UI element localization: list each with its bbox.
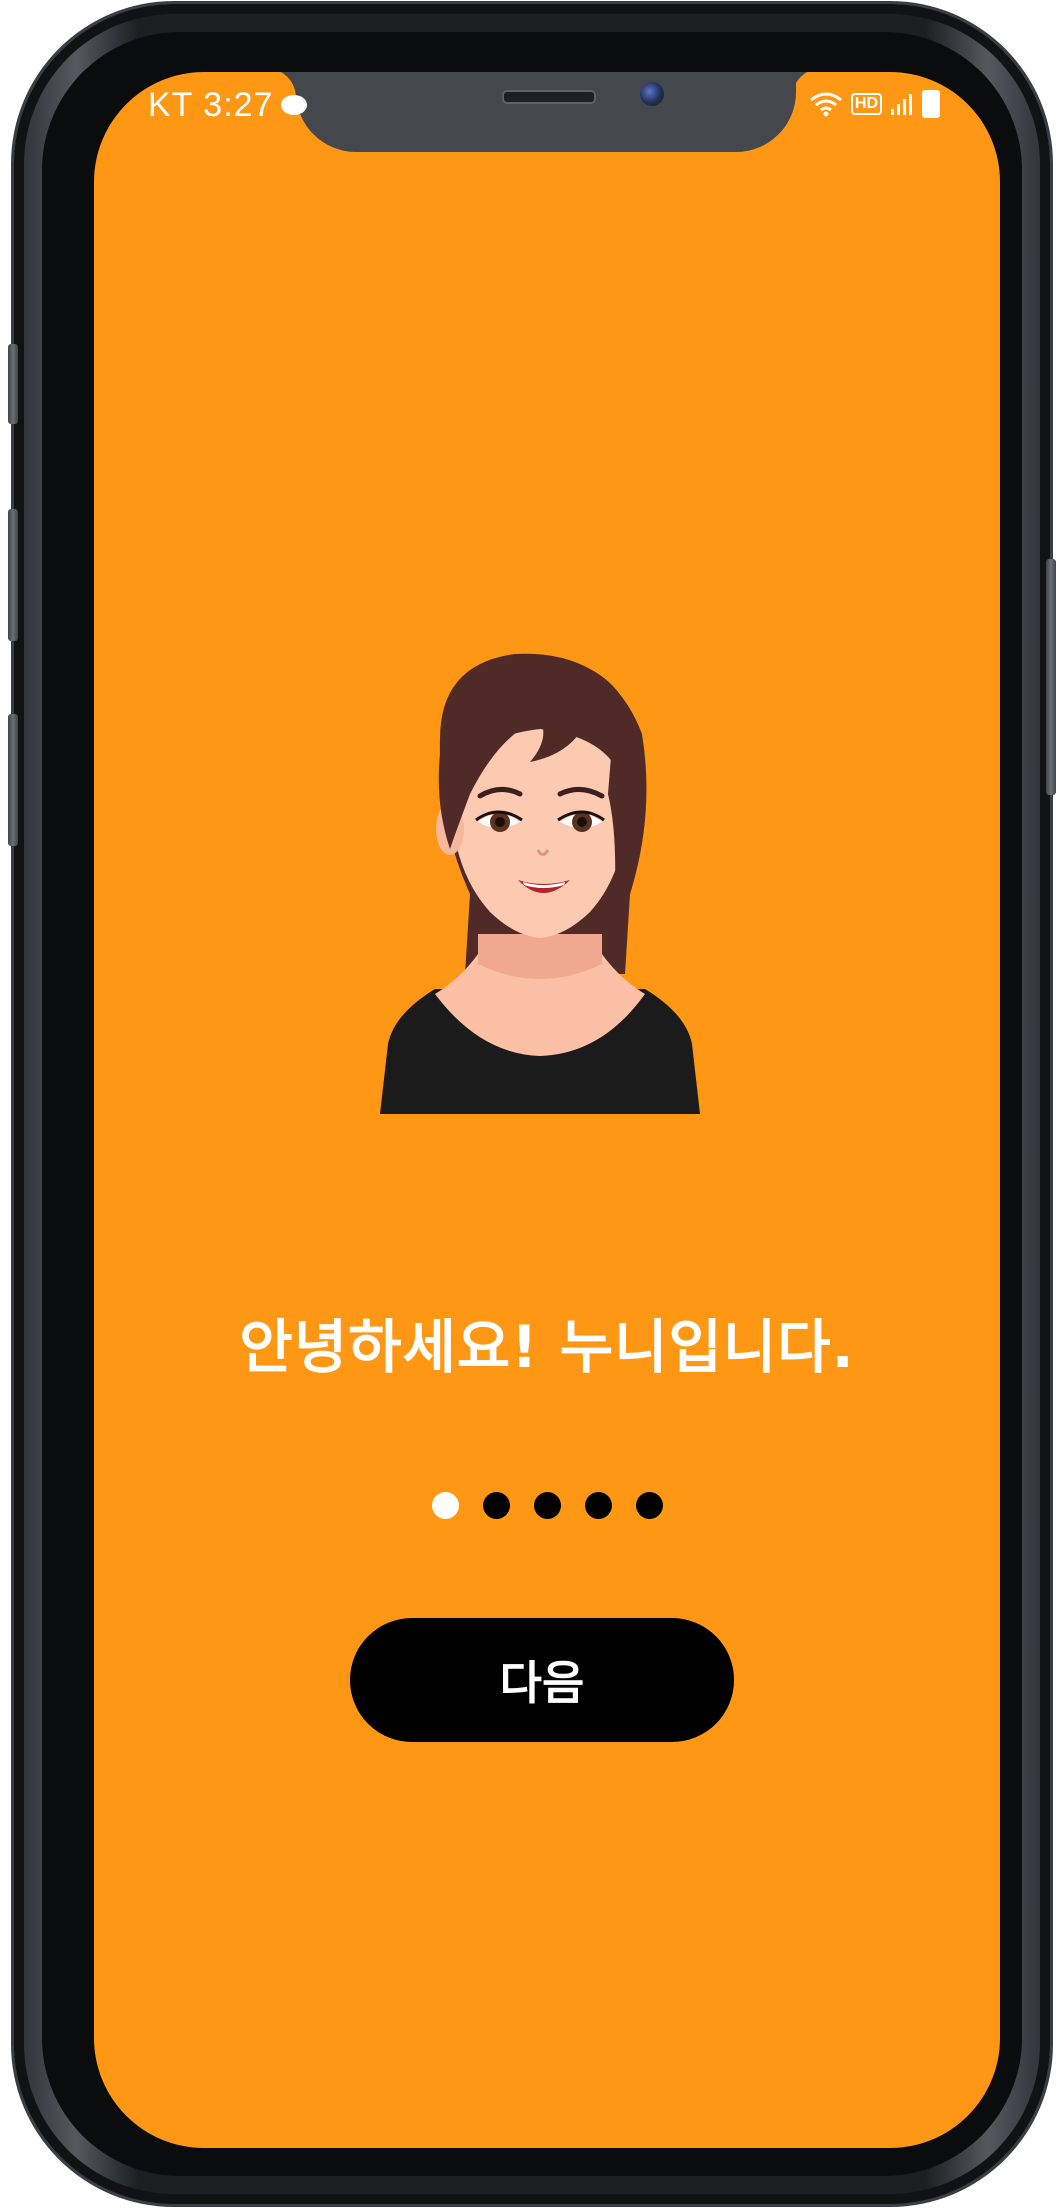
status-bar-left: KT 3:27 — [148, 86, 308, 125]
speaker-grille — [502, 90, 596, 104]
carrier-label: KT — [148, 86, 193, 124]
status-bar-right: HD — [809, 90, 940, 118]
mute-switch — [8, 344, 18, 424]
battery-icon — [922, 90, 940, 118]
woman-avatar-illustration — [380, 653, 700, 1114]
hd-icon: HD — [850, 93, 882, 115]
page-dot-5[interactable] — [635, 1492, 663, 1519]
next-button[interactable]: 다음 — [350, 1618, 734, 1742]
page-indicator — [94, 1492, 1000, 1519]
screen: KT 3:27 HD 안녕하세요! 누니입니다. 다음 — [94, 72, 1000, 2148]
greeting-title: 안녕하세요! 누니입니다. — [239, 1313, 855, 1381]
power-button — [1046, 559, 1056, 795]
clock: 3:27 — [203, 86, 274, 124]
front-camera — [640, 82, 664, 106]
notch — [296, 72, 796, 152]
page-dot-2[interactable] — [482, 1492, 510, 1519]
page-dot-4[interactable] — [584, 1492, 612, 1519]
phone-frame: KT 3:27 HD 안녕하세요! 누니입니다. 다음 — [8, 4, 1056, 2204]
volume-down-button — [8, 714, 18, 846]
wifi-icon — [809, 92, 842, 117]
signal-icon — [891, 94, 912, 115]
message-icon — [281, 95, 308, 116]
volume-up-button — [8, 509, 18, 641]
page-dot-3[interactable] — [533, 1492, 561, 1519]
page-dot-1[interactable] — [431, 1492, 459, 1519]
